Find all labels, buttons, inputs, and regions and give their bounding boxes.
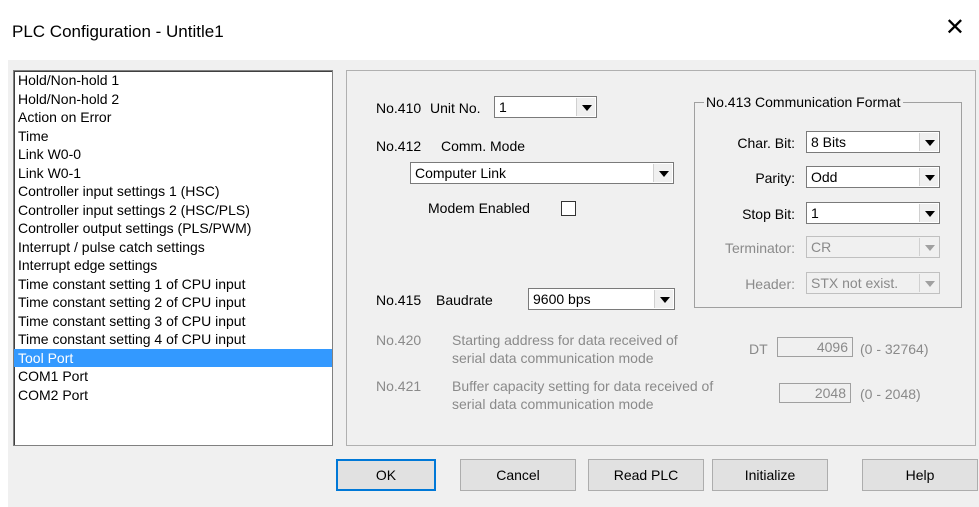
list-item[interactable]: Controller input settings 1 (HSC) — [14, 182, 332, 201]
no421-label: No.421 — [376, 378, 422, 394]
dt-label: DT — [749, 341, 768, 357]
list-item[interactable]: Link W0-0 — [14, 145, 332, 164]
ok-button[interactable]: OK — [336, 459, 436, 491]
list-item[interactable]: Tool Port — [14, 348, 332, 367]
no421-desc-line2: serial data communication mode — [452, 396, 654, 412]
char-bit-select[interactable]: 8 Bits — [806, 131, 940, 153]
parity-label: Parity: — [755, 170, 795, 186]
unit-no-select[interactable]: 1 — [494, 96, 597, 118]
list-item[interactable]: Interrupt / pulse catch settings — [14, 238, 332, 257]
no410-label: No.410 — [376, 100, 422, 116]
list-item[interactable]: Interrupt edge settings — [14, 256, 332, 275]
chevron-down-icon[interactable] — [919, 133, 938, 151]
help-button[interactable]: Help — [862, 459, 978, 491]
close-icon[interactable]: ✕ — [945, 16, 965, 40]
baudrate-select[interactable]: 9600 bps — [528, 288, 675, 310]
dt-value-field: 4096 — [777, 337, 853, 357]
comm-mode-value: Computer Link — [415, 165, 507, 181]
baudrate-label: Baudrate — [436, 292, 493, 308]
parity-value: Odd — [811, 169, 838, 185]
stop-bit-label: Stop Bit: — [742, 206, 795, 222]
list-item[interactable]: Time constant setting 2 of CPU input — [14, 293, 332, 312]
buffer-capacity-range: (0 - 2048) — [860, 386, 921, 402]
unit-no-value: 1 — [499, 99, 507, 115]
stop-bit-select[interactable]: 1 — [806, 202, 940, 224]
modem-enabled-checkbox[interactable] — [561, 201, 576, 216]
header-label: Header: — [745, 276, 795, 292]
chevron-down-icon[interactable] — [654, 290, 673, 308]
comm-mode-select[interactable]: Computer Link — [410, 162, 674, 184]
list-item[interactable]: Hold/Non-hold 2 — [14, 90, 332, 109]
chevron-down-icon[interactable] — [576, 98, 595, 116]
list-item[interactable]: Time constant setting 3 of CPU input — [14, 312, 332, 331]
list-item[interactable]: COM1 Port — [14, 367, 332, 386]
chevron-down-icon[interactable] — [653, 164, 672, 182]
comm-mode-label: Comm. Mode — [441, 138, 526, 154]
chevron-down-icon[interactable] — [919, 204, 938, 222]
unit-no-label: Unit No. — [430, 100, 481, 116]
terminator-label: Terminator: — [724, 240, 795, 256]
no412-label: No.412 — [376, 138, 422, 154]
no421-desc-line1: Buffer capacity setting for data receive… — [452, 378, 714, 394]
chevron-down-icon — [919, 274, 938, 292]
list-item[interactable]: Hold/Non-hold 1 — [14, 71, 332, 90]
communication-format-title: No.413 Communication Format — [704, 94, 903, 110]
buffer-capacity-field: 2048 — [779, 383, 851, 403]
header-value: STX not exist. — [811, 275, 899, 291]
header-select: STX not exist. — [806, 272, 940, 294]
window-title: PLC Configuration - Untitle1 — [12, 22, 224, 41]
read-plc-button[interactable]: Read PLC — [588, 459, 704, 491]
char-bit-label: Char. Bit: — [737, 135, 795, 151]
cancel-button[interactable]: Cancel — [460, 459, 576, 491]
no420-label: No.420 — [376, 332, 422, 348]
no415-label: No.415 — [376, 292, 422, 308]
list-item[interactable]: COM2 Port — [14, 386, 332, 405]
terminator-select: CR — [806, 236, 940, 258]
chevron-down-icon — [919, 238, 938, 256]
char-bit-value: 8 Bits — [811, 134, 847, 150]
list-item[interactable]: Controller input settings 2 (HSC/PLS) — [14, 201, 332, 220]
chevron-down-icon[interactable] — [919, 168, 938, 186]
title-bar: PLC Configuration - Untitle1 ✕ — [0, 0, 979, 60]
list-item[interactable]: Controller output settings (PLS/PWM) — [14, 219, 332, 238]
dt-range: (0 - 32764) — [860, 341, 929, 357]
no420-desc-line2: serial data communication mode — [452, 350, 654, 366]
list-item[interactable]: Time — [14, 127, 332, 146]
modem-enabled-label: Modem Enabled — [428, 200, 530, 216]
terminator-value: CR — [811, 239, 832, 255]
no420-desc-line1: Starting address for data received of — [452, 332, 678, 348]
list-item[interactable]: Action on Error — [14, 108, 332, 127]
initialize-button[interactable]: Initialize — [712, 459, 828, 491]
baudrate-value: 9600 bps — [533, 291, 591, 307]
list-item[interactable]: Link W0-1 — [14, 164, 332, 183]
parity-select[interactable]: Odd — [806, 166, 940, 188]
stop-bit-value: 1 — [811, 205, 819, 221]
settings-list[interactable]: Hold/Non-hold 1 Hold/Non-hold 2 Action on … — [13, 70, 333, 446]
list-item[interactable]: Time constant setting 4 of CPU input — [14, 330, 332, 349]
list-item[interactable]: Time constant setting 1 of CPU input — [14, 275, 332, 294]
